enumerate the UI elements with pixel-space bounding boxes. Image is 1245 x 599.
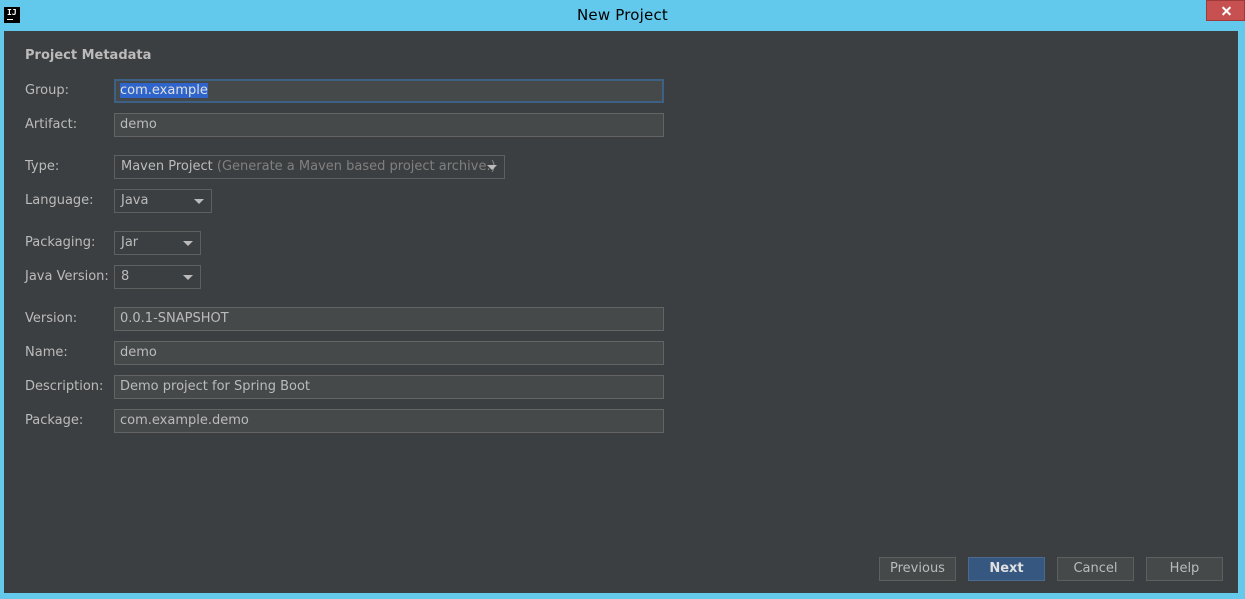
chevron-down-icon [183,241,193,246]
type-value: Maven Project [121,159,213,174]
chevron-down-icon [183,275,193,280]
chevron-down-icon [487,165,497,170]
packaging-label: Packaging: [25,235,96,250]
cancel-button[interactable]: Cancel [1057,557,1134,581]
language-label: Language: [25,193,94,208]
group-label: Group: [25,83,69,98]
description-input[interactable]: Demo project for Spring Boot [114,375,664,399]
group-value: com.example [120,83,208,98]
java-version-value: 8 [121,269,130,284]
title-bar: IJ New Project [0,0,1245,31]
java-version-dropdown[interactable]: 8 [114,265,201,289]
package-input[interactable]: com.example.demo [114,409,664,433]
language-dropdown[interactable]: Java [114,189,212,213]
chevron-down-icon [194,199,204,204]
version-input[interactable]: 0.0.1-SNAPSHOT [114,307,664,331]
package-label: Package: [25,413,84,428]
type-dropdown[interactable]: Maven Project (Generate a Maven based pr… [114,155,505,179]
name-label: Name: [25,345,68,360]
type-hint: (Generate a Maven based project archive.… [216,159,496,174]
next-button[interactable]: Next [968,557,1045,581]
group-input[interactable]: com.example [114,79,664,103]
section-title: Project Metadata [25,48,152,63]
packaging-dropdown[interactable]: Jar [114,231,201,255]
description-label: Description: [25,379,104,394]
dialog-content: Project Metadata Group: com.example Arti… [4,31,1238,593]
packaging-value: Jar [121,235,139,250]
version-label: Version: [25,311,78,326]
previous-button[interactable]: Previous [879,557,956,581]
close-window-button[interactable] [1206,0,1245,21]
language-value: Java [121,193,149,208]
window-title: New Project [576,6,668,24]
type-label: Type: [25,159,60,174]
java-version-label: Java Version: [25,269,109,284]
help-button[interactable]: Help [1146,557,1223,581]
artifact-input[interactable]: demo [114,113,664,137]
artifact-label: Artifact: [25,117,78,132]
name-input[interactable]: demo [114,341,664,365]
